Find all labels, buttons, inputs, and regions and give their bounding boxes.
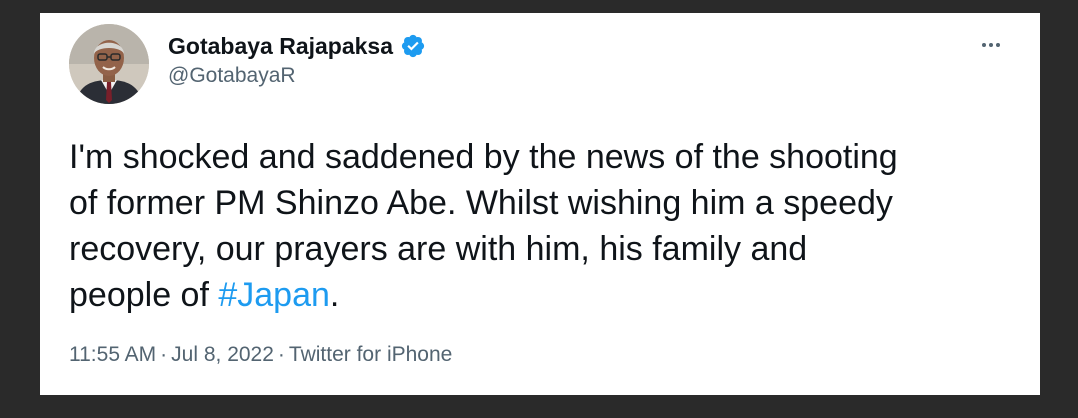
author-display-name[interactable]: Gotabaya Rajapaksa	[168, 33, 393, 60]
more-dot	[989, 43, 993, 47]
meta-separator: ·	[160, 343, 168, 366]
hashtag-link[interactable]: #Japan	[218, 276, 330, 314]
tweet-time[interactable]: 11:55 AM	[69, 343, 156, 366]
tweet-text-end: .	[329, 276, 340, 314]
more-dot	[982, 43, 986, 47]
more-options-icon[interactable]	[976, 35, 1006, 55]
meta-separator: ·	[277, 343, 285, 366]
author-handle[interactable]: @GotabayaR	[168, 64, 426, 88]
verified-badge-icon	[400, 33, 426, 59]
more-dot	[996, 43, 1000, 47]
tweet-date[interactable]: Jul 8, 2022	[171, 343, 274, 366]
tweet-text-body: I'm shocked and saddened by the news of …	[69, 138, 898, 314]
screenshot-frame: Gotabaya Rajapaksa @GotabayaR I'm shocke…	[0, 0, 1078, 418]
author-block: Gotabaya Rajapaksa @GotabayaR	[168, 31, 426, 88]
avatar[interactable]	[69, 24, 149, 104]
tweet-card: Gotabaya Rajapaksa @GotabayaR I'm shocke…	[40, 13, 1040, 395]
avatar-image	[69, 24, 149, 104]
tweet-meta: 11:55 AM · Jul 8, 2022 · Twitter for iPhone	[69, 343, 452, 367]
tweet-text: I'm shocked and saddened by the news of …	[69, 134, 1019, 318]
tweet-source[interactable]: Twitter for iPhone	[289, 343, 452, 366]
author-name-row: Gotabaya Rajapaksa	[168, 31, 426, 61]
